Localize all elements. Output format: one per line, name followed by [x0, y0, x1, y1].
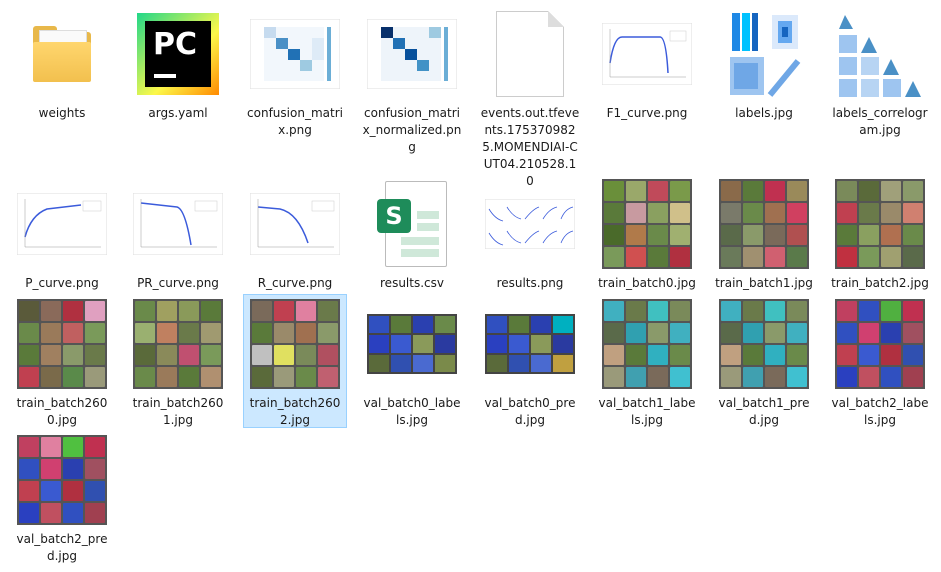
file-name: confusion_matrix.png: [247, 106, 343, 137]
train-batch-thumbnail: [601, 178, 693, 270]
file-item-val-batch0-pred[interactable]: val_batch0_pred.jpg: [478, 294, 582, 428]
correlogram-thumbnail: [834, 8, 926, 100]
file-name: labels_correlogram.jpg: [832, 106, 928, 137]
file-name: val_batch2_pred.jpg: [16, 532, 108, 563]
val-batch-thumbnail: [16, 434, 108, 526]
p-curve-thumbnail: [16, 178, 108, 270]
file-item-confusion-matrix-normalized[interactable]: confusion_matrix_normalized.png: [360, 4, 464, 164]
file-name: train_batch0.jpg: [598, 276, 696, 290]
file-icon: [484, 8, 576, 100]
file-item-train-batch0[interactable]: train_batch0.jpg: [595, 174, 699, 294]
file-name: F1_curve.png: [606, 106, 688, 120]
file-name: train_batch2601.jpg: [132, 396, 224, 427]
val-batch-thumbnail: [601, 298, 693, 390]
file-item-pr-curve[interactable]: PR_curve.png: [126, 174, 230, 294]
file-name: weights: [38, 106, 86, 120]
file-item-args-yaml[interactable]: PC args.yaml: [126, 4, 230, 164]
r-curve-thumbnail: [249, 178, 341, 270]
file-item-train-batch2602[interactable]: train_batch2602.jpg: [243, 294, 347, 428]
file-item-val-batch2-pred[interactable]: val_batch2_pred.jpg: [10, 430, 114, 564]
file-name: val_batch1_labels.jpg: [598, 396, 696, 427]
file-item-p-curve[interactable]: P_curve.png: [10, 174, 114, 294]
pr-curve-thumbnail: [132, 178, 224, 270]
file-name: results.png: [496, 276, 564, 290]
val-batch-thumbnail: [834, 298, 926, 390]
file-item-val-batch1-pred[interactable]: val_batch1_pred.jpg: [712, 294, 816, 428]
file-item-results-csv[interactable]: S results.csv: [360, 174, 464, 294]
train-batch-thumbnail: [16, 298, 108, 390]
spreadsheet-icon: S: [366, 178, 458, 270]
file-item-val-batch0-labels[interactable]: val_batch0_labels.jpg: [360, 294, 464, 428]
file-item-train-batch2[interactable]: train_batch2.jpg: [828, 174, 932, 294]
file-name: args.yaml: [148, 106, 208, 120]
file-name: PR_curve.png: [137, 276, 219, 290]
train-batch-thumbnail: [132, 298, 224, 390]
file-item-train-batch2600[interactable]: train_batch2600.jpg: [10, 294, 114, 428]
file-item-train-batch1[interactable]: train_batch1.jpg: [712, 174, 816, 294]
file-name: val_batch2_labels.jpg: [831, 396, 929, 427]
val-batch-thumbnail: [484, 298, 576, 390]
pycharm-icon: PC: [132, 8, 224, 100]
f1-curve-thumbnail: [601, 8, 693, 100]
file-name: train_batch2.jpg: [831, 276, 929, 290]
file-name: val_batch0_pred.jpg: [484, 396, 576, 427]
file-item-results-png[interactable]: results.png: [478, 174, 582, 294]
file-name: train_batch1.jpg: [715, 276, 813, 290]
results-thumbnail: [484, 178, 576, 270]
confusion-matrix-thumbnail: [249, 8, 341, 100]
val-batch-thumbnail: [366, 298, 458, 390]
file-item-train-batch2601[interactable]: train_batch2601.jpg: [126, 294, 230, 428]
file-name: train_batch2600.jpg: [16, 396, 108, 427]
train-batch-thumbnail: [249, 298, 341, 390]
file-item-confusion-matrix[interactable]: confusion_matrix.png: [243, 4, 347, 164]
file-name: train_batch2602.jpg: [249, 396, 341, 427]
train-batch-thumbnail: [834, 178, 926, 270]
file-item-labels[interactable]: labels.jpg: [712, 4, 816, 164]
file-name: R_curve.png: [257, 276, 333, 290]
file-name: val_batch0_labels.jpg: [363, 396, 461, 427]
file-item-r-curve[interactable]: R_curve.png: [243, 174, 347, 294]
file-name: confusion_matrix_normalized.png: [362, 106, 462, 154]
file-item-events[interactable]: events.out.tfevents.1753709825.MOMENDIAI…: [478, 4, 582, 188]
labels-thumbnail: [718, 8, 810, 100]
file-item-f1-curve[interactable]: F1_curve.png: [595, 4, 699, 164]
confusion-matrix-thumbnail: [366, 8, 458, 100]
file-item-weights[interactable]: weights: [10, 4, 114, 164]
file-item-val-batch1-labels[interactable]: val_batch1_labels.jpg: [595, 294, 699, 428]
file-name: val_batch1_pred.jpg: [718, 396, 810, 427]
file-name: labels.jpg: [735, 106, 793, 120]
folder-icon: [16, 8, 108, 100]
val-batch-thumbnail: [718, 298, 810, 390]
file-name: results.csv: [380, 276, 444, 290]
file-name: P_curve.png: [25, 276, 99, 290]
train-batch-thumbnail: [718, 178, 810, 270]
file-item-labels-correlogram[interactable]: labels_correlogram.jpg: [828, 4, 932, 164]
file-item-val-batch2-labels[interactable]: val_batch2_labels.jpg: [828, 294, 932, 428]
